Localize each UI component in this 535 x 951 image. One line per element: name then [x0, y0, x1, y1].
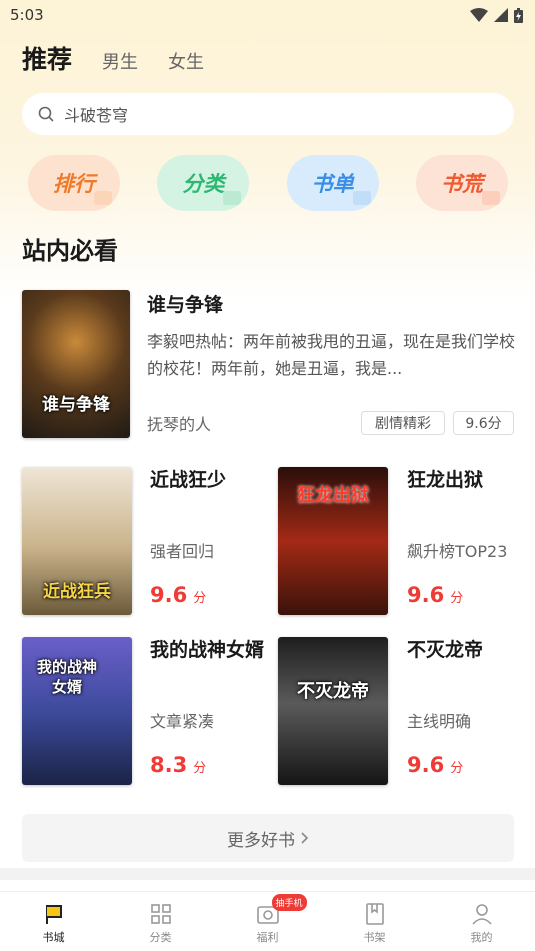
- ranking-decor-icon: [94, 191, 112, 205]
- book-cover-title: 狂龙出狱: [297, 485, 369, 506]
- nav-welfare-label: 福利: [256, 931, 279, 944]
- status-icons: [470, 7, 523, 23]
- section-title: 站内必看: [22, 237, 118, 265]
- book-cover-title: 我的战神女婿: [36, 658, 97, 696]
- category-button[interactable]: 分类: [157, 155, 250, 211]
- book-subtitle: 强者回归: [150, 542, 215, 561]
- wifi-icon: [470, 8, 488, 22]
- bookstore-flag-icon: [45, 905, 62, 924]
- bottom-nav: 书城 分类 抽手机 福利 书架 我的: [0, 891, 535, 951]
- book-cover-title: 近战狂兵: [43, 582, 111, 602]
- status-time: 5:03: [10, 6, 44, 24]
- search-icon: [38, 106, 54, 122]
- more-books-button[interactable]: 更多好书: [22, 814, 514, 862]
- grid-icon: [150, 904, 171, 924]
- book-score: 9.6 分: [407, 583, 463, 607]
- book-score-unit: 分: [193, 591, 207, 606]
- nav-profile-label: 我的: [470, 931, 493, 944]
- featured-description: 李毅吧热帖：两年前被我甩的丑逼，现在是我们学校的校花！两年前，她是丑逼，我是..…: [147, 332, 515, 378]
- book-shortage-decor-icon: [481, 191, 500, 205]
- book-score: 9.6 分: [150, 583, 206, 607]
- featured-cover[interactable]: 谁与争锋: [22, 290, 130, 438]
- nav-bookshelf-label: 书架: [363, 931, 386, 944]
- featured-cover-title: 谁与争锋: [42, 395, 110, 415]
- book-score-value: 9.6: [407, 753, 445, 777]
- nav-bookstore[interactable]: 书城: [14, 892, 94, 951]
- book-cover-title: 不灭龙帝: [297, 681, 369, 702]
- book-subtitle: 飙升榜TOP23: [407, 542, 508, 561]
- search-bar[interactable]: 斗破苍穹: [22, 93, 514, 135]
- book-shortage-label: 书荒: [440, 172, 483, 196]
- booklist-decor-icon: [352, 191, 371, 205]
- ranking-label: 排行: [53, 172, 95, 196]
- nav-category-label: 分类: [149, 931, 172, 944]
- book-subtitle: 主线明确: [407, 712, 472, 731]
- top-tabs: 推荐 男生 女生: [22, 40, 204, 76]
- tab-recommend[interactable]: 推荐: [22, 40, 72, 76]
- status-bar: 5:03: [0, 0, 535, 30]
- featured-author: 抚琴的人: [147, 415, 212, 434]
- book-cover[interactable]: 狂龙出狱: [278, 467, 388, 615]
- more-books-label: 更多好书: [227, 830, 295, 851]
- book-score-value: 9.6: [150, 583, 188, 607]
- nav-category[interactable]: 分类: [121, 892, 201, 951]
- featured-tag: 剧情精彩: [361, 411, 445, 435]
- category-decor-icon: [223, 191, 242, 205]
- book-cover[interactable]: 近战狂兵: [22, 467, 132, 615]
- nav-bookshelf[interactable]: 书架: [335, 892, 415, 951]
- quick-actions: 排行 分类 书单 书荒: [28, 155, 508, 211]
- book-subtitle: 文章紧凑: [150, 712, 215, 731]
- book-score: 9.6 分: [407, 753, 463, 777]
- tab-female[interactable]: 女生: [168, 48, 204, 76]
- book-title[interactable]: 我的战神女婿: [150, 637, 270, 664]
- featured-score-tag: 9.6分: [453, 411, 514, 435]
- profile-icon: [471, 904, 492, 925]
- book-score-unit: 分: [450, 591, 464, 606]
- tab-male[interactable]: 男生: [102, 48, 138, 76]
- book-score-unit: 分: [450, 761, 464, 776]
- book-title[interactable]: 不灭龙帝: [407, 637, 527, 664]
- section-divider: [0, 868, 535, 880]
- booklist-button[interactable]: 书单: [286, 155, 379, 211]
- category-label: 分类: [182, 172, 225, 196]
- nav-profile[interactable]: 我的: [442, 892, 522, 951]
- nav-welfare-badge: 抽手机: [271, 894, 307, 911]
- nav-welfare[interactable]: 抽手机 福利: [228, 892, 308, 951]
- booklist-label: 书单: [311, 172, 354, 196]
- chevron-right-icon: [301, 832, 309, 844]
- book-title[interactable]: 狂龙出狱: [407, 467, 527, 494]
- book-cover[interactable]: 不灭龙帝: [278, 637, 388, 785]
- book-score-unit: 分: [193, 761, 207, 776]
- book-title[interactable]: 近战狂少: [150, 467, 270, 494]
- ranking-button[interactable]: 排行: [28, 155, 120, 211]
- signal-icon: [494, 8, 508, 22]
- search-placeholder: 斗破苍穹: [64, 106, 129, 125]
- book-score-value: 9.6: [407, 583, 445, 607]
- battery-icon: [514, 7, 523, 23]
- book-score: 8.3 分: [150, 753, 206, 777]
- book-score-value: 8.3: [150, 753, 188, 777]
- book-shortage-button[interactable]: 书荒: [415, 155, 508, 211]
- book-cover[interactable]: 我的战神女婿: [22, 637, 132, 785]
- nav-bookstore-label: 书城: [42, 931, 65, 944]
- bookshelf-icon: [365, 903, 384, 925]
- featured-title[interactable]: 谁与争锋: [147, 290, 223, 317]
